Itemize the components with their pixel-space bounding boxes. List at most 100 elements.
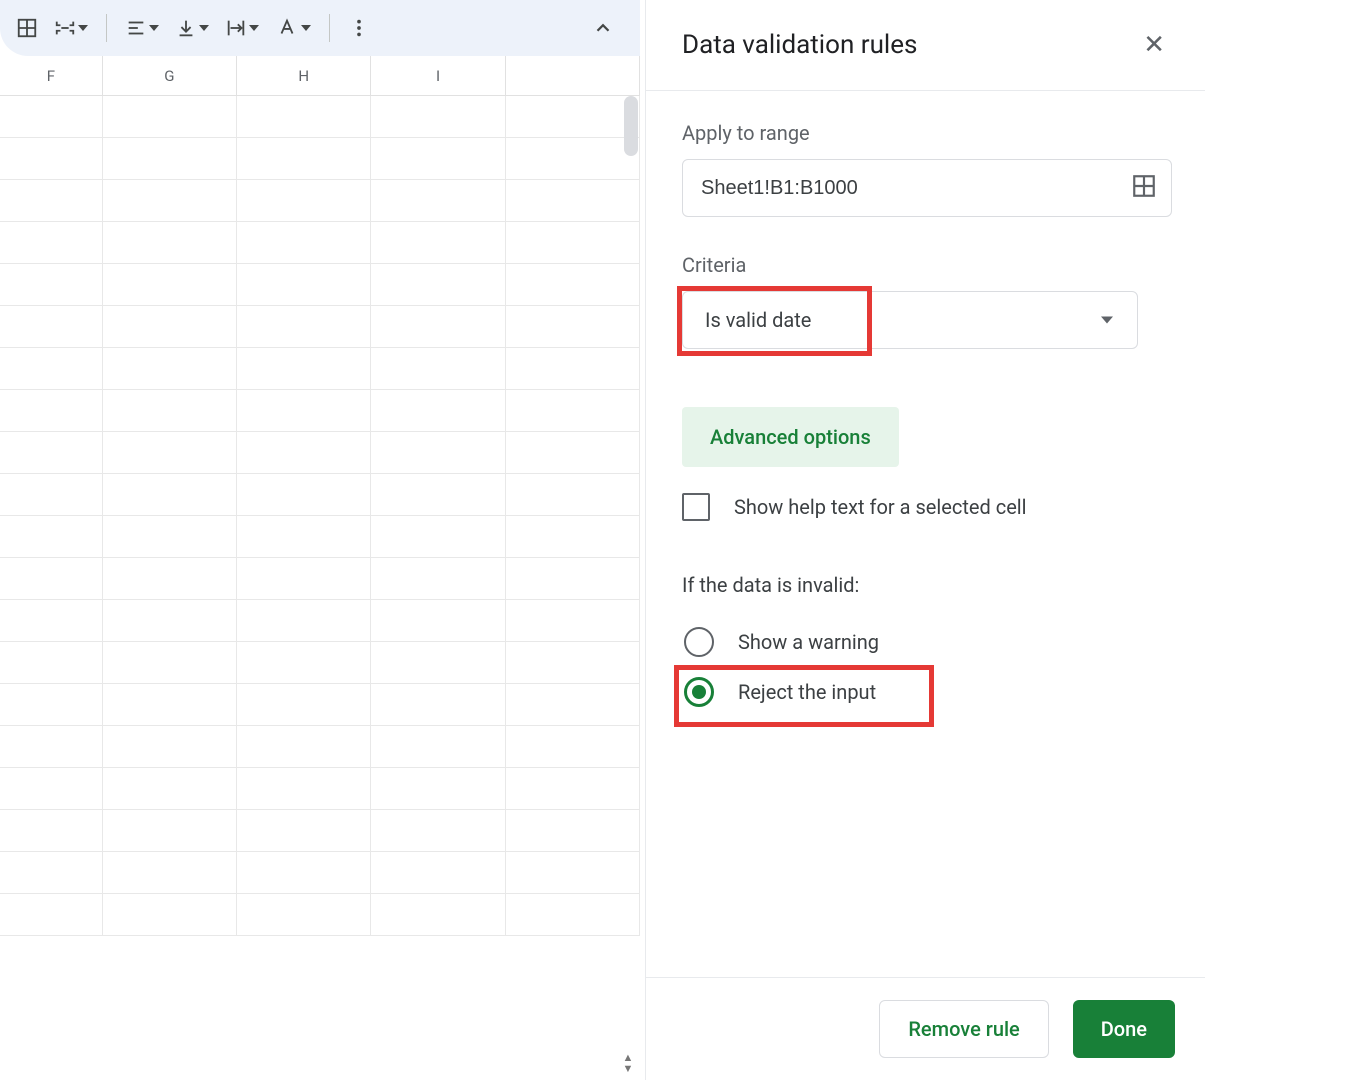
grid-cell[interactable] — [371, 348, 505, 389]
grid-cell[interactable] — [371, 264, 505, 305]
grid-cell[interactable] — [506, 810, 640, 851]
radio-show-warning[interactable]: Show a warning — [682, 617, 1169, 667]
grid-cell[interactable] — [371, 222, 505, 263]
radio-checked-icon[interactable] — [684, 677, 714, 707]
vertical-scrollbar-thumb[interactable] — [624, 96, 638, 156]
range-input[interactable] — [701, 177, 1131, 200]
grid-cell[interactable] — [506, 516, 640, 557]
grid-cell[interactable] — [0, 222, 103, 263]
grid-cell[interactable] — [371, 852, 505, 893]
grid-cell[interactable] — [0, 138, 103, 179]
grid-cell[interactable] — [103, 474, 237, 515]
grid-cell[interactable] — [371, 306, 505, 347]
grid-cell[interactable] — [103, 726, 237, 767]
column-header[interactable]: F — [0, 56, 103, 95]
grid-cell[interactable] — [0, 96, 103, 137]
grid-cell[interactable] — [506, 768, 640, 809]
grid-cell[interactable] — [237, 516, 371, 557]
grid-cell[interactable] — [371, 894, 505, 935]
spreadsheet-grid[interactable]: FGHI ▲▼ — [0, 56, 640, 1080]
grid-cell[interactable] — [103, 684, 237, 725]
grid-cell[interactable] — [371, 726, 505, 767]
grid-cell[interactable] — [103, 180, 237, 221]
grid-cell[interactable] — [103, 810, 237, 851]
grid-cell[interactable] — [506, 96, 640, 137]
grid-cell[interactable] — [506, 558, 640, 599]
grid-cell[interactable] — [237, 684, 371, 725]
grid-cell[interactable] — [0, 516, 103, 557]
grid-cell[interactable] — [103, 768, 237, 809]
done-button[interactable]: Done — [1073, 1000, 1175, 1058]
grid-cell[interactable] — [371, 642, 505, 683]
remove-rule-button[interactable]: Remove rule — [879, 1000, 1048, 1058]
grid-cell[interactable] — [506, 180, 640, 221]
radio-unchecked-icon[interactable] — [684, 627, 714, 657]
grid-cell[interactable] — [103, 306, 237, 347]
grid-cell[interactable] — [506, 432, 640, 473]
grid-cell[interactable] — [506, 222, 640, 263]
grid-cell[interactable] — [237, 264, 371, 305]
grid-cell[interactable] — [371, 432, 505, 473]
grid-cell[interactable] — [371, 600, 505, 641]
grid-cell[interactable] — [237, 348, 371, 389]
grid-cell[interactable] — [506, 138, 640, 179]
grid-cell[interactable] — [506, 726, 640, 767]
grid-cell[interactable] — [237, 306, 371, 347]
collapse-toolbar-button[interactable] — [586, 10, 620, 46]
grid-cell[interactable] — [0, 684, 103, 725]
grid-cell[interactable] — [371, 684, 505, 725]
grid-cell[interactable] — [371, 558, 505, 599]
grid-cell[interactable] — [0, 852, 103, 893]
grid-cell[interactable] — [0, 600, 103, 641]
grid-cell[interactable] — [0, 894, 103, 935]
grid-cell[interactable] — [506, 264, 640, 305]
grid-cell[interactable] — [237, 894, 371, 935]
grid-cell[interactable] — [0, 348, 103, 389]
grid-cell[interactable] — [0, 264, 103, 305]
advanced-options-button[interactable]: Advanced options — [682, 407, 899, 467]
merge-cells-button[interactable] — [48, 10, 94, 46]
grid-cell[interactable] — [237, 138, 371, 179]
grid-cell[interactable] — [237, 180, 371, 221]
grid-cell[interactable] — [103, 222, 237, 263]
grid-cell[interactable] — [103, 390, 237, 431]
grid-cell[interactable] — [506, 390, 640, 431]
grid-cell[interactable] — [237, 810, 371, 851]
grid-cell[interactable] — [506, 348, 640, 389]
horizontal-align-button[interactable] — [119, 10, 165, 46]
grid-cell[interactable] — [103, 894, 237, 935]
grid-cell[interactable] — [371, 96, 505, 137]
more-options-button[interactable] — [342, 10, 376, 46]
grid-cell[interactable] — [103, 852, 237, 893]
grid-cell[interactable] — [0, 180, 103, 221]
grid-cell[interactable] — [237, 432, 371, 473]
grid-cell[interactable] — [506, 474, 640, 515]
column-header[interactable]: H — [237, 56, 371, 95]
text-wrap-button[interactable] — [219, 10, 265, 46]
grid-cell[interactable] — [506, 642, 640, 683]
grid-cell[interactable] — [0, 558, 103, 599]
column-header[interactable]: I — [371, 56, 505, 95]
grid-cell[interactable] — [237, 768, 371, 809]
grid-cell[interactable] — [103, 348, 237, 389]
grid-cell[interactable] — [0, 726, 103, 767]
grid-cell[interactable] — [103, 600, 237, 641]
grid-cell[interactable] — [237, 600, 371, 641]
grid-cell[interactable] — [506, 852, 640, 893]
grid-cell[interactable] — [237, 852, 371, 893]
grid-cell[interactable] — [0, 474, 103, 515]
grid-cell[interactable] — [237, 642, 371, 683]
grid-cell[interactable] — [506, 684, 640, 725]
grid-cell[interactable] — [103, 432, 237, 473]
grid-cell[interactable] — [103, 642, 237, 683]
grid-cell[interactable] — [371, 180, 505, 221]
select-range-icon[interactable] — [1131, 173, 1157, 203]
text-rotate-button[interactable] — [269, 10, 317, 46]
checkbox-unchecked-icon[interactable] — [682, 493, 710, 521]
grid-cell[interactable] — [237, 558, 371, 599]
grid-cell[interactable] — [0, 768, 103, 809]
grid-cell[interactable] — [0, 642, 103, 683]
radio-reject-input[interactable]: Reject the input — [682, 667, 1169, 717]
grid-cell[interactable] — [237, 390, 371, 431]
grid-cell[interactable] — [237, 726, 371, 767]
